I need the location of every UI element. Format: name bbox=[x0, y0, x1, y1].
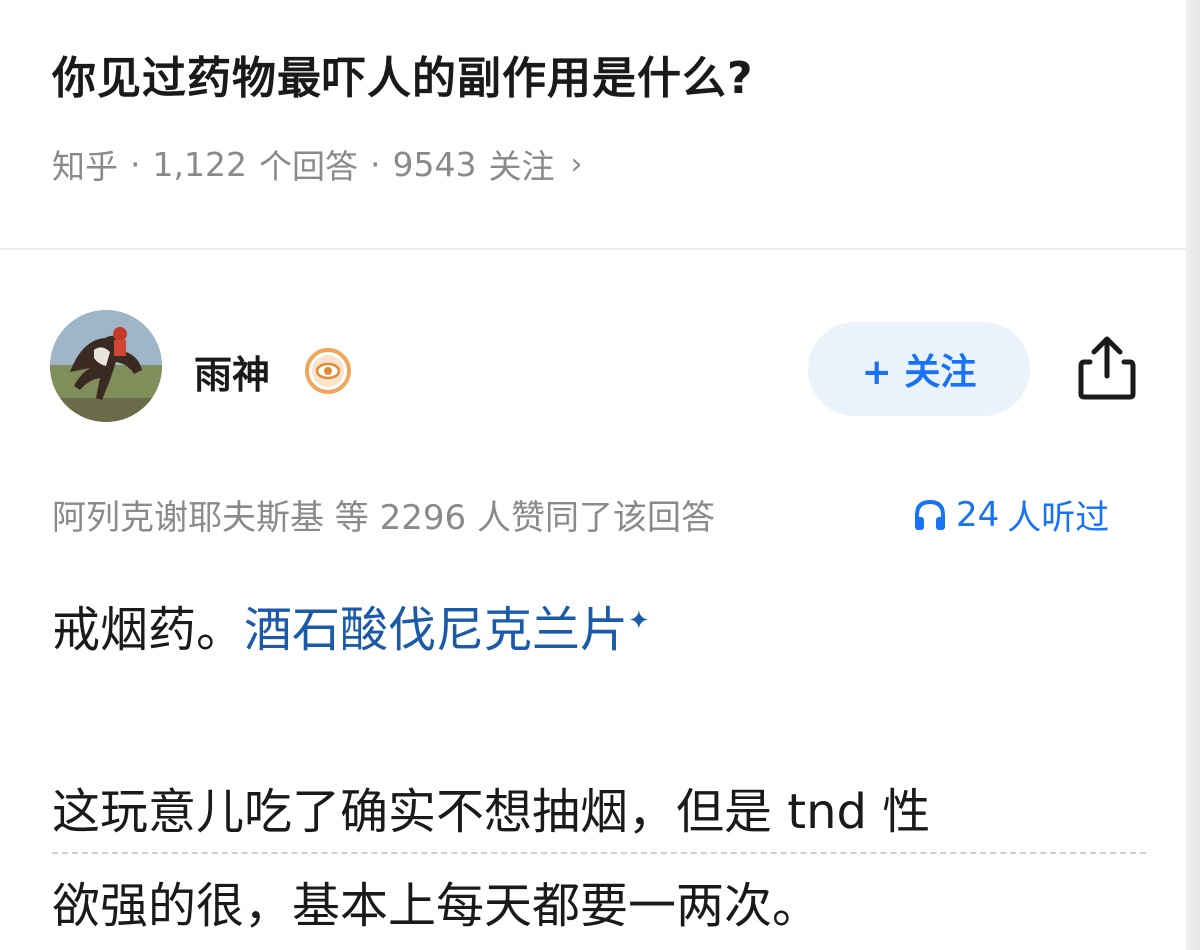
author-name[interactable]: 雨神 bbox=[194, 344, 270, 399]
source-label: 知乎 bbox=[52, 147, 118, 186]
section-divider bbox=[0, 248, 1186, 250]
approval-text[interactable]: 阿列克谢耶夫斯基 等 2296 人赞同了该回答 bbox=[52, 490, 715, 539]
answer-page: 你见过药物最吓人的副作用是什么? 知乎 · 1,122 个回答 · 9543 关… bbox=[0, 0, 1200, 950]
answers-label: 个回答 bbox=[258, 147, 358, 186]
question-title[interactable]: 你见过药物最吓人的副作用是什么? bbox=[52, 42, 754, 106]
separator-dot: · bbox=[130, 144, 141, 184]
listen-count: 24 bbox=[956, 494, 1000, 535]
answers-count: 1,122 bbox=[152, 144, 247, 184]
avatar[interactable] bbox=[50, 310, 162, 422]
followers-label: 关注 bbox=[488, 147, 555, 186]
share-icon[interactable] bbox=[1076, 334, 1138, 402]
scroll-edge bbox=[1186, 0, 1200, 950]
eye-badge-icon bbox=[305, 348, 351, 394]
answer-text: 戒烟药。 bbox=[52, 602, 245, 658]
headphone-icon bbox=[915, 499, 945, 530]
answer-line: 欲强的很，基本上每天都要一两次。 bbox=[52, 878, 821, 934]
followers-count: 9543 bbox=[392, 144, 477, 184]
drug-link[interactable]: 酒石酸伐尼克兰片 bbox=[244, 602, 628, 658]
chevron-right-icon: › bbox=[570, 146, 583, 182]
listen-label: 人听过 bbox=[1007, 498, 1110, 538]
listen-info[interactable]: 24 人听过 bbox=[912, 490, 1109, 539]
follow-button[interactable]: + 关注 bbox=[808, 322, 1030, 416]
sparkle-icon: ✦ bbox=[628, 606, 650, 636]
answer-paragraph-1: 戒烟药。酒石酸伐尼克兰片✦ bbox=[52, 590, 650, 660]
separator-dot: · bbox=[369, 144, 381, 184]
avatar-image bbox=[50, 310, 162, 422]
answer-line: 这玩意儿吃了确实不想抽烟，但是 tnd 性 bbox=[52, 782, 1146, 854]
answer-paragraph-2: 这玩意儿吃了确实不想抽烟，但是 tnd 性 欲强的很，基本上每天都要一两次。 bbox=[52, 782, 1152, 946]
question-meta[interactable]: 知乎 · 1,122 个回答 · 9543 关注 › bbox=[52, 140, 582, 188]
